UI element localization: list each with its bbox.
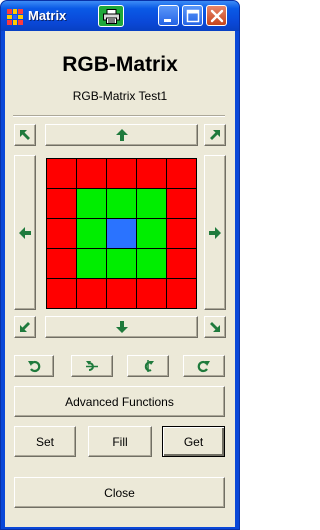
client-area: RGB-Matrix RGB-Matrix Test1 Advanced Fun… bbox=[5, 31, 235, 527]
matrix-cell-r1-c2[interactable] bbox=[77, 159, 106, 188]
app-window: Matrix RGB-Matrix RGB-Matrix Test1 Advan… bbox=[0, 0, 240, 530]
matrix-cell-r4-c5[interactable] bbox=[167, 249, 196, 278]
flip-vertical-icon bbox=[144, 360, 154, 372]
arrow-down-left-icon bbox=[20, 322, 30, 332]
close-button[interactable]: Close bbox=[14, 477, 225, 508]
matrix-cell-r5-c3[interactable] bbox=[107, 279, 136, 308]
matrix-cell-r2-c5[interactable] bbox=[167, 189, 196, 218]
get-button[interactable]: Get bbox=[162, 426, 225, 457]
printer-icon bbox=[103, 9, 120, 24]
divider bbox=[13, 115, 225, 117]
shift-down-right-button[interactable] bbox=[204, 316, 226, 338]
matrix-cell-r4-c2[interactable] bbox=[77, 249, 106, 278]
shift-right-button[interactable] bbox=[204, 155, 226, 310]
matrix-name-label: RGB-Matrix Test1 bbox=[72, 89, 168, 103]
arrow-up-left-icon bbox=[20, 130, 30, 140]
matrix-cell-r1-c3[interactable] bbox=[107, 159, 136, 188]
matrix-cell-r1-c4[interactable] bbox=[137, 159, 166, 188]
shift-down-button[interactable] bbox=[45, 316, 198, 338]
matrix-cell-r3-c4[interactable] bbox=[137, 219, 166, 248]
minimize-button[interactable] bbox=[158, 5, 179, 26]
rgb-matrix-grid bbox=[46, 158, 197, 309]
rotate-right-icon bbox=[197, 360, 210, 373]
matrix-cell-r2-c1[interactable] bbox=[47, 189, 76, 218]
matrix-cell-r2-c2[interactable] bbox=[77, 189, 106, 218]
matrix-cell-r2-c3[interactable] bbox=[107, 189, 136, 218]
matrix-cell-r1-c1[interactable] bbox=[47, 159, 76, 188]
maximize-button[interactable] bbox=[182, 5, 203, 26]
matrix-cell-r4-c3[interactable] bbox=[107, 249, 136, 278]
page-title: RGB-Matrix bbox=[62, 53, 178, 76]
rotate-left-button[interactable] bbox=[14, 355, 54, 377]
matrix-cell-r4-c1[interactable] bbox=[47, 249, 76, 278]
fill-button[interactable]: Fill bbox=[88, 426, 152, 457]
close-icon bbox=[210, 9, 224, 23]
print-button[interactable] bbox=[98, 5, 124, 27]
matrix-cell-r4-c4[interactable] bbox=[137, 249, 166, 278]
shift-up-button[interactable] bbox=[45, 124, 198, 146]
shift-down-left-button[interactable] bbox=[14, 316, 36, 338]
window-title: Matrix bbox=[28, 8, 67, 23]
maximize-icon bbox=[186, 9, 200, 23]
title-bar[interactable]: Matrix bbox=[1, 1, 239, 31]
shift-up-right-button[interactable] bbox=[204, 124, 226, 146]
matrix-cell-r5-c2[interactable] bbox=[77, 279, 106, 308]
advanced-functions-button[interactable]: Advanced Functions bbox=[14, 386, 225, 417]
arrow-up-right-icon bbox=[210, 130, 220, 140]
matrix-cell-r3-c1[interactable] bbox=[47, 219, 76, 248]
arrow-left-icon bbox=[19, 226, 31, 239]
shift-left-button[interactable] bbox=[14, 155, 36, 310]
set-button[interactable]: Set bbox=[14, 426, 76, 457]
matrix-cell-r3-c5[interactable] bbox=[167, 219, 196, 248]
flip-horizontal-button[interactable] bbox=[71, 355, 113, 377]
matrix-cell-r5-c4[interactable] bbox=[137, 279, 166, 308]
rotate-right-button[interactable] bbox=[183, 355, 225, 377]
arrow-right-icon bbox=[209, 226, 221, 239]
minimize-icon bbox=[164, 19, 171, 22]
close-window-button[interactable] bbox=[206, 5, 227, 26]
arrow-down-right-icon bbox=[210, 322, 220, 332]
arrow-up-icon bbox=[115, 129, 128, 141]
matrix-cell-r2-c4[interactable] bbox=[137, 189, 166, 218]
matrix-cell-r1-c5[interactable] bbox=[167, 159, 196, 188]
matrix-cell-r5-c1[interactable] bbox=[47, 279, 76, 308]
flip-vertical-button[interactable] bbox=[127, 355, 169, 377]
flip-horizontal-icon bbox=[86, 361, 98, 371]
rotate-left-icon bbox=[28, 360, 41, 373]
matrix-cell-r3-c3[interactable] bbox=[107, 219, 136, 248]
matrix-cell-r5-c5[interactable] bbox=[167, 279, 196, 308]
shift-up-left-button[interactable] bbox=[14, 124, 36, 146]
matrix-app-icon[interactable] bbox=[7, 9, 23, 25]
matrix-cell-r3-c2[interactable] bbox=[77, 219, 106, 248]
arrow-down-icon bbox=[115, 321, 128, 333]
